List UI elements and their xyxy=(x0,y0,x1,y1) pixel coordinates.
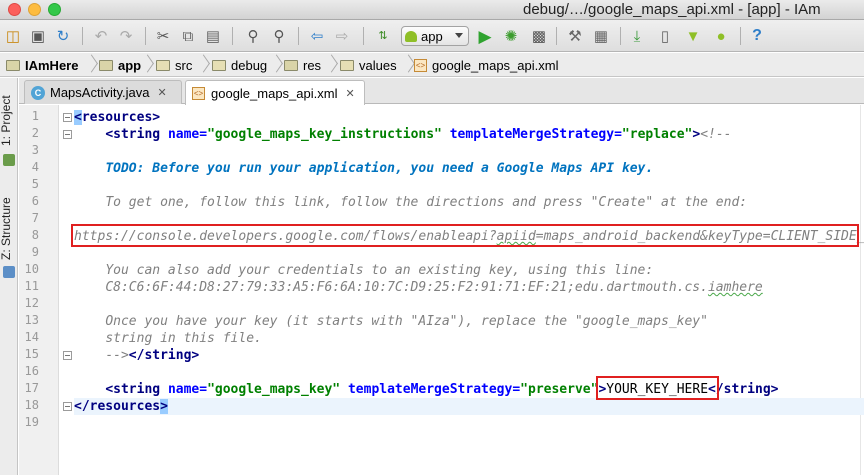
line-number: 6 xyxy=(31,194,39,208)
project-folder-icon xyxy=(6,59,20,71)
java-class-icon: C xyxy=(31,85,45,100)
code-line-fingerprint: C8:C6:6F:44:D8:27:79:33:A5:F6:6A:10:7C:D… xyxy=(105,280,763,295)
line-number: 8 xyxy=(31,228,39,242)
code-line: <string name="google_maps_key_instructio… xyxy=(105,127,732,142)
line-number: 11 xyxy=(24,279,39,293)
attach-debugger-icon[interactable]: ▩ xyxy=(528,25,550,47)
chevron-down-icon xyxy=(455,33,463,38)
run-configuration-label: app xyxy=(421,28,443,44)
breadcrumb: IAmHere app src debug res values <> goog… xyxy=(0,53,864,77)
folder-icon xyxy=(156,59,170,71)
settings-icon[interactable]: ⚒ xyxy=(564,25,586,47)
make-project-icon[interactable]: ⇅ xyxy=(372,25,394,47)
android-project-icon xyxy=(3,154,15,166)
redo-icon[interactable]: ↷ xyxy=(115,25,137,47)
code-line: Once you have your key (it starts with "… xyxy=(105,314,708,329)
code-line: <resources> xyxy=(74,110,161,125)
close-tab-icon[interactable]: ✕ xyxy=(157,86,166,99)
debug-icon[interactable]: ✺ xyxy=(500,25,522,47)
window-minimize-button[interactable] xyxy=(28,3,41,16)
code-line: TODO: Before you run your application, y… xyxy=(105,161,654,176)
window-zoom-button[interactable] xyxy=(48,3,61,16)
project-structure-icon[interactable]: ▦ xyxy=(590,25,612,47)
android-icon xyxy=(405,30,417,42)
line-number: 13 xyxy=(24,313,39,327)
structure-icon xyxy=(3,266,15,278)
tab-maps-activity[interactable]: C MapsActivity.java ✕ xyxy=(24,80,182,104)
fold-marker[interactable] xyxy=(63,351,72,360)
find-icon[interactable]: ⚲ xyxy=(242,25,264,47)
open-folder-icon[interactable]: ◫ xyxy=(2,25,24,47)
breadcrumb-item-debug[interactable]: debug xyxy=(212,56,267,74)
save-icon[interactable]: ▣ xyxy=(27,25,49,47)
code-editor[interactable]: 1 2 3 4 5 6 7 8 9 10 11 12 13 14 15 16 1… xyxy=(19,105,864,475)
line-number: 2 xyxy=(31,126,39,140)
line-number: 1 xyxy=(31,109,39,123)
fold-marker[interactable] xyxy=(63,113,72,122)
line-number: 17 xyxy=(24,381,39,395)
line-number: 15 xyxy=(24,347,39,361)
line-number: 5 xyxy=(31,177,39,191)
xml-file-icon: <> xyxy=(192,86,205,100)
breadcrumb-item-src[interactable]: src xyxy=(156,56,192,74)
paste-icon[interactable]: ▤ xyxy=(202,25,224,47)
cut-icon[interactable]: ✂ xyxy=(152,25,174,47)
line-number: 9 xyxy=(31,245,39,259)
structure-tool-button[interactable]: Z: Structure xyxy=(0,197,13,260)
url-highlight-box xyxy=(71,224,859,247)
tab-google-maps-api[interactable]: <> google_maps_api.xml ✕ xyxy=(185,80,365,105)
code-area[interactable]: <resources> <string name="google_maps_ke… xyxy=(74,105,864,475)
folder-icon xyxy=(340,59,354,71)
breadcrumb-item-project[interactable]: IAmHere xyxy=(6,56,78,74)
tool-window-strip: 1: Project Z: Structure xyxy=(0,78,18,475)
window-close-button[interactable] xyxy=(8,3,21,16)
sdk-manager-icon[interactable]: ▼ xyxy=(682,25,704,47)
avd-manager-icon[interactable]: ▯ xyxy=(654,25,676,47)
android-device-monitor-icon[interactable]: ● xyxy=(710,25,732,47)
module-folder-icon xyxy=(99,59,113,71)
forward-icon[interactable]: ⇨ xyxy=(331,25,353,47)
breadcrumb-item-file[interactable]: <> google_maps_api.xml xyxy=(414,56,558,74)
fold-marker[interactable] xyxy=(63,402,72,411)
project-tool-button[interactable]: 1: Project xyxy=(0,95,13,146)
folder-icon xyxy=(212,59,226,71)
fold-column xyxy=(59,105,72,475)
line-number: 19 xyxy=(24,415,39,429)
line-number: 7 xyxy=(31,211,39,225)
run-configuration-select[interactable]: app xyxy=(401,26,469,46)
sync-gradle-icon[interactable]: ⤓ xyxy=(626,25,648,47)
code-line: string in this file. xyxy=(105,331,262,346)
undo-icon[interactable]: ↶ xyxy=(90,25,112,47)
breadcrumb-item-app[interactable]: app xyxy=(99,56,141,74)
replace-icon[interactable]: ⚲ xyxy=(268,25,290,47)
copy-icon[interactable]: ⧉ xyxy=(177,25,199,47)
line-number: 16 xyxy=(24,364,39,378)
line-number: 12 xyxy=(24,296,39,310)
resource-folder-icon xyxy=(284,59,298,71)
xml-file-icon: <> xyxy=(414,58,427,72)
line-number: 14 xyxy=(24,330,39,344)
code-line: To get one, follow this link, follow the… xyxy=(105,195,748,210)
line-number: 18 xyxy=(24,398,39,412)
line-number: 4 xyxy=(31,160,39,174)
run-icon[interactable]: ▶ xyxy=(474,25,496,47)
key-highlight-box xyxy=(596,376,719,400)
close-tab-icon[interactable]: ✕ xyxy=(345,87,354,100)
code-line: You can also add your credentials to an … xyxy=(105,263,654,278)
code-line-current: </resources> xyxy=(74,398,864,415)
fold-marker[interactable] xyxy=(63,130,72,139)
editor-tabs: C MapsActivity.java ✕ <> google_maps_api… xyxy=(19,78,864,105)
title-bar: debug/…/google_maps_api.xml - [app] - IA… xyxy=(0,0,864,20)
breadcrumb-item-res[interactable]: res xyxy=(284,56,321,74)
line-number: 3 xyxy=(31,143,39,157)
main-toolbar: ◫ ▣ ↻ ↶ ↷ ✂ ⧉ ▤ ⚲ ⚲ ⇦ ⇨ ⇅ app ▶ ✺ ▩ ⚒ ▦ … xyxy=(0,20,864,52)
code-line: --></string> xyxy=(105,348,200,363)
sync-icon[interactable]: ↻ xyxy=(52,25,74,47)
help-icon[interactable]: ? xyxy=(746,25,768,47)
line-number: 10 xyxy=(24,262,39,276)
window-title: debug/…/google_maps_api.xml - [app] - IA… xyxy=(523,1,821,18)
back-icon[interactable]: ⇦ xyxy=(306,25,328,47)
breadcrumb-item-values[interactable]: values xyxy=(340,56,397,74)
